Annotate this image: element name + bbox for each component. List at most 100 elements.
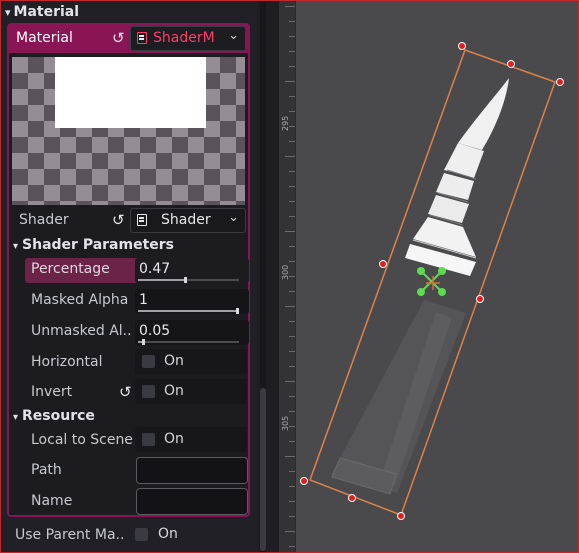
ruler-tick — [289, 111, 295, 112]
ruler-tick — [289, 411, 295, 412]
use-parent-material-checkbox[interactable] — [135, 528, 148, 541]
ruler-tick — [289, 441, 295, 442]
ruler-tick — [289, 276, 295, 277]
ruler-tick — [289, 516, 295, 517]
ruler-tick — [289, 261, 295, 262]
ruler-label: 295 — [281, 115, 290, 131]
material-label: Material — [16, 30, 73, 46]
material-property-box: Material ↺ ShaderM ⌄ Shader ↺ Shader ⌄ ▾… — [7, 23, 250, 517]
shader-parameters-header[interactable]: ▾ Shader Parameters — [13, 237, 174, 253]
chevron-down-icon: ⌄ — [228, 28, 239, 43]
invert-state[interactable]: On — [164, 383, 184, 399]
masked-alpha-slider[interactable] — [138, 308, 239, 314]
resize-handle[interactable] — [379, 260, 387, 268]
local-to-scene-checkbox[interactable] — [142, 433, 155, 446]
ruler-tick — [289, 486, 295, 487]
resize-handle[interactable] — [507, 60, 515, 68]
ruler-tick — [289, 351, 295, 352]
chevron-down-icon: ▾ — [13, 412, 19, 423]
masked-alpha-slider-fill — [138, 310, 239, 312]
chevron-down-icon: ▾ — [13, 241, 19, 252]
material-preview — [12, 57, 245, 205]
ruler-tick — [285, 306, 295, 307]
ruler-label: 300 — [281, 264, 290, 280]
revert-icon[interactable]: ↺ — [112, 29, 125, 47]
shader-material-icon — [137, 32, 147, 44]
ruler-tick — [289, 291, 295, 292]
resize-handle[interactable] — [348, 494, 356, 502]
resize-handle[interactable] — [458, 42, 466, 50]
revert-icon[interactable]: ↺ — [119, 383, 132, 401]
local-to-scene-state[interactable]: On — [164, 431, 184, 447]
resize-handle[interactable] — [556, 78, 564, 86]
unmasked-alpha-slider[interactable] — [138, 339, 239, 345]
material-resource-picker[interactable]: ShaderM ⌄ — [130, 26, 246, 51]
invert-checkbox[interactable] — [142, 385, 155, 398]
percentage-slider-fill — [138, 279, 186, 281]
percentage-slider-knob[interactable] — [184, 277, 188, 283]
ruler-tick — [289, 366, 295, 367]
ruler-tick — [289, 216, 295, 217]
horizontal-checkbox[interactable] — [142, 355, 155, 368]
material-property-row: Material ↺ ShaderM ⌄ — [9, 25, 248, 53]
resize-handle[interactable] — [397, 512, 405, 520]
shader-file-icon — [137, 214, 147, 226]
ruler-tick — [289, 426, 295, 427]
path-label: Path — [31, 462, 62, 478]
resource-header[interactable]: ▾ Resource — [13, 408, 95, 424]
ruler-tick — [289, 201, 295, 202]
shader-resource-picker[interactable]: Shader ⌄ — [130, 208, 246, 233]
masked-alpha-label: Masked Alpha — [31, 292, 129, 308]
percentage-value[interactable]: 0.47 — [139, 261, 170, 277]
ruler-tick — [289, 141, 295, 142]
ruler-tick — [289, 96, 295, 97]
canvas-viewport[interactable] — [279, 0, 579, 553]
ruler-tick — [285, 81, 295, 82]
sprite-masked-part — [331, 300, 466, 495]
unmasked-alpha-slider-knob[interactable] — [142, 339, 146, 345]
percentage-label: Percentage — [31, 261, 110, 277]
invert-label: Invert — [31, 384, 73, 400]
ruler-tick — [289, 471, 295, 472]
preview-white-rect — [55, 57, 206, 128]
resize-handle[interactable] — [476, 295, 484, 303]
percentage-row: Percentage 0.47 — [25, 258, 249, 283]
use-parent-material-state[interactable]: On — [158, 526, 178, 542]
material-section-header[interactable]: ▾ Material — [5, 4, 79, 20]
inspector-scrollbar-thumb[interactable] — [260, 388, 266, 551]
ruler-tick — [285, 231, 295, 232]
local-to-scene-label: Local to Scene — [31, 432, 133, 448]
masked-alpha-value[interactable]: 1 — [139, 292, 148, 308]
name-label: Name — [31, 493, 73, 509]
ruler-label: 305 — [281, 415, 290, 431]
masked-alpha-row: Masked Alpha 1 — [25, 289, 249, 314]
use-parent-material-label: Use Parent Ma... — [15, 527, 123, 543]
percentage-slider[interactable] — [138, 277, 239, 283]
ruler-tick — [289, 51, 295, 52]
ruler-tick — [289, 546, 295, 547]
revert-icon[interactable]: ↺ — [112, 211, 125, 229]
material-resource-name: ShaderM — [153, 30, 215, 46]
unmasked-alpha-label: Unmasked Al... — [31, 323, 131, 339]
shader-label: Shader — [19, 212, 69, 228]
pivot-gizmo[interactable] — [417, 267, 446, 296]
name-input[interactable] — [136, 488, 248, 515]
ruler-tick — [285, 381, 295, 382]
chevron-down-icon: ▾ — [5, 6, 11, 19]
ruler-tick — [289, 36, 295, 37]
inspector-panel: ▾ Material Material ↺ ShaderM ⌄ Shader ↺ … — [1, 1, 257, 552]
ruler-tick — [289, 186, 295, 187]
shader-resource-name: Shader — [161, 212, 211, 228]
ruler-tick — [289, 246, 295, 247]
unmasked-alpha-value[interactable]: 0.05 — [139, 323, 170, 339]
horizontal-state[interactable]: On — [164, 353, 184, 369]
ruler-tick — [289, 126, 295, 127]
ruler-tick — [289, 336, 295, 337]
ruler-tick — [289, 66, 295, 67]
resize-handle[interactable] — [300, 477, 308, 485]
viewport-canvas[interactable] — [279, 0, 579, 553]
chevron-down-icon: ⌄ — [228, 210, 239, 225]
ruler-tick — [285, 531, 295, 532]
path-input[interactable] — [136, 457, 248, 484]
masked-alpha-slider-knob[interactable] — [236, 308, 239, 314]
